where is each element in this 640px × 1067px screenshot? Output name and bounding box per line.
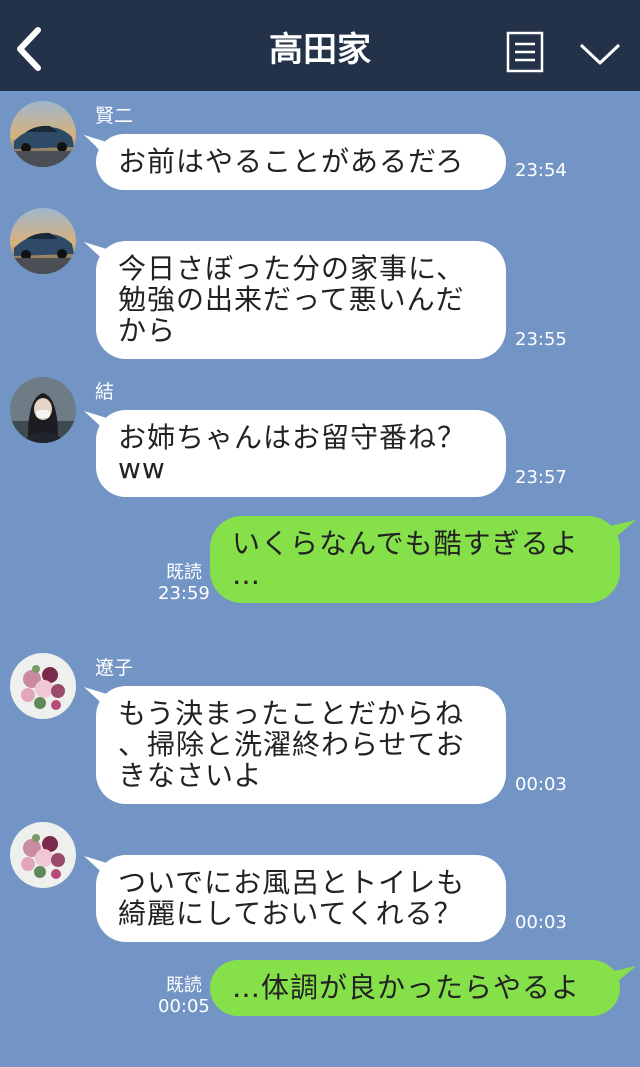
read-receipt: 既読 00:05 <box>158 975 210 1017</box>
person-photo-icon <box>10 377 76 443</box>
message-text: から <box>118 314 177 347</box>
avatar-ryoko[interactable] <box>10 822 76 888</box>
message-text: きなさいよ <box>118 759 263 792</box>
message-text: …体調が良かったらやるよ <box>232 971 581 1004</box>
car-photo-icon <box>10 208 76 274</box>
message-time: 00:03 <box>515 912 567 933</box>
sender-name: 結 <box>95 381 115 403</box>
message-bubble[interactable]: …体調が良かったらやるよ <box>210 960 620 1016</box>
sender-name: 遼子 <box>95 657 134 679</box>
flower-photo-icon <box>10 653 76 719</box>
message-text: お前はやることがあるだろ <box>118 145 465 178</box>
car-photo-icon <box>10 101 76 167</box>
message-time: 23:55 <box>515 329 567 350</box>
chat-title: 高田家 <box>269 30 371 70</box>
message-bubble[interactable]: もう決まったことだからね 、掃除と洗濯終わらせてお きなさいよ <box>96 686 506 804</box>
message-text: 勉強の出来だって悪いんだ <box>118 283 465 316</box>
menu-icon[interactable] <box>506 31 544 73</box>
message-time: 23:57 <box>515 467 567 488</box>
message-time: 23:59 <box>158 583 210 604</box>
message-text: ww <box>118 452 166 485</box>
message-bubble[interactable]: お前はやることがあるだろ <box>96 134 506 190</box>
message-time: 00:03 <box>515 774 567 795</box>
message-text: お姉ちゃんはお留守番ね？ <box>118 421 467 454</box>
bubble-tail <box>610 966 636 988</box>
read-label: 既読 <box>165 975 202 996</box>
avatar-yui[interactable] <box>10 377 76 443</box>
avatar-kenji[interactable] <box>10 208 76 274</box>
flower-photo-icon <box>10 822 76 888</box>
chat-header: 高田家 <box>0 0 640 91</box>
chevron-down-icon[interactable] <box>578 36 622 70</box>
message-bubble[interactable]: お姉ちゃんはお留守番ね？ ww <box>96 410 506 497</box>
message-time: 23:54 <box>515 160 567 181</box>
sender-name: 賢二 <box>95 105 134 127</box>
message-text: 、掃除と洗濯終わらせてお <box>118 728 465 761</box>
read-receipt: 既読 23:59 <box>158 562 210 604</box>
message-text: もう決まったことだからね <box>118 697 465 730</box>
avatar-kenji[interactable] <box>10 101 76 167</box>
message-time: 00:05 <box>158 996 210 1017</box>
message-text: 今日さぼった分の家事に、 <box>118 252 466 285</box>
message-text: … <box>232 558 261 591</box>
message-text: いくらなんでも酷すぎるよ <box>232 527 579 560</box>
message-bubble[interactable]: いくらなんでも酷すぎるよ … <box>210 516 620 603</box>
bubble-tail <box>610 520 636 542</box>
message-bubble[interactable]: 今日さぼった分の家事に、 勉強の出来だって悪いんだ から <box>96 241 506 359</box>
read-label: 既読 <box>165 562 202 583</box>
avatar-ryoko[interactable] <box>10 653 76 719</box>
message-text: 綺麗にしておいてくれる？ <box>118 897 463 930</box>
message-text: ついでにお風呂とトイレも <box>118 866 466 899</box>
message-bubble[interactable]: ついでにお風呂とトイレも 綺麗にしておいてくれる？ <box>96 855 506 942</box>
